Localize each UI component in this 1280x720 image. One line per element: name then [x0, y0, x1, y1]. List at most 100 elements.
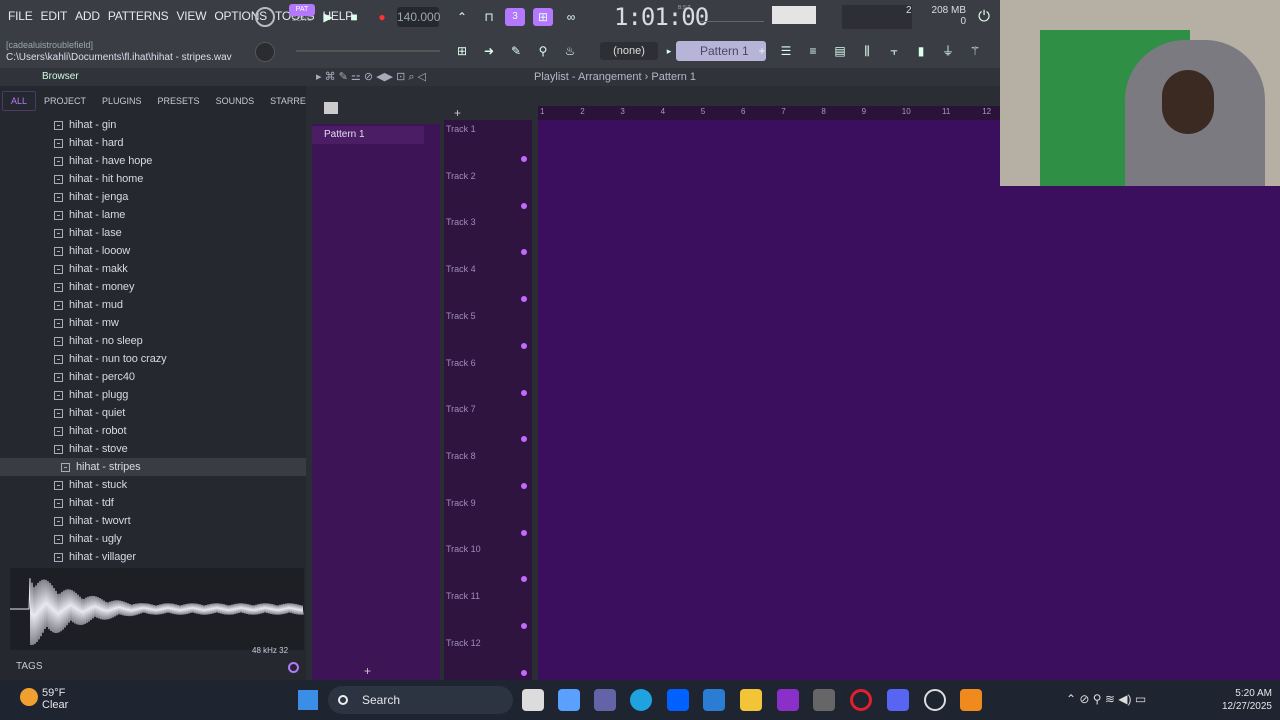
- opera-icon[interactable]: [850, 689, 872, 711]
- menu-view[interactable]: VIEW: [172, 9, 210, 23]
- add-track-icon[interactable]: +: [454, 106, 461, 120]
- browser-item[interactable]: hihat - makk: [0, 260, 306, 278]
- browser-item[interactable]: hihat - hit home: [0, 170, 306, 188]
- browser-item[interactable]: hihat - looow: [0, 242, 306, 260]
- track-label[interactable]: Track 11: [446, 591, 480, 601]
- channel-select[interactable]: (none): [600, 42, 658, 60]
- track-label[interactable]: Track 5: [446, 311, 476, 321]
- track-label[interactable]: Track 9: [446, 498, 476, 508]
- edge-icon[interactable]: [630, 689, 652, 711]
- breadcrumb-pattern[interactable]: Pattern 1: [651, 71, 696, 83]
- loop-record-icon[interactable]: ∞: [561, 8, 581, 26]
- track-mute-dot[interactable]: [521, 342, 527, 349]
- waveform-preview[interactable]: [10, 568, 304, 650]
- browser-item[interactable]: hihat - robot: [0, 422, 306, 440]
- tab-all[interactable]: ALL: [2, 91, 37, 111]
- fl-studio-icon[interactable]: [960, 689, 982, 711]
- wizard-icon[interactable]: ⚚: [965, 42, 985, 60]
- browser-item[interactable]: hihat - stuck: [0, 476, 306, 494]
- file-icon[interactable]: ▮: [911, 42, 931, 60]
- stop-button[interactable]: ■: [344, 8, 364, 26]
- browser-item[interactable]: hihat - perc40: [0, 368, 306, 386]
- mail-icon[interactable]: [703, 689, 725, 711]
- channel-rack-icon[interactable]: ≡: [803, 42, 823, 60]
- brush-icon[interactable]: ✎: [506, 42, 526, 60]
- browser-item[interactable]: hihat - lase: [0, 224, 306, 242]
- browser-item[interactable]: hihat - hard: [0, 134, 306, 152]
- plug-icon[interactable]: ⏚: [938, 42, 958, 60]
- taskview-icon[interactable]: [522, 689, 544, 711]
- track-label[interactable]: Track 7: [446, 404, 476, 414]
- browser-item[interactable]: hihat - gin: [0, 116, 306, 134]
- track-mute-dot[interactable]: [521, 529, 527, 536]
- track-mute-dot[interactable]: [521, 156, 527, 162]
- track-mute-dot[interactable]: [521, 482, 527, 489]
- blend-icon[interactable]: ⊞: [533, 8, 553, 26]
- arrangement-grid-right[interactable]: [1000, 186, 1280, 680]
- copilot-icon[interactable]: [558, 689, 580, 711]
- power-icon[interactable]: ⏻: [974, 8, 994, 26]
- menu-add[interactable]: ADD: [71, 9, 104, 23]
- browser-item[interactable]: hihat - stripes: [0, 458, 306, 476]
- windows-start-icon[interactable]: [298, 690, 318, 710]
- pattern-panel-add[interactable]: +: [364, 664, 371, 678]
- search-box[interactable]: Search: [328, 686, 513, 714]
- position-slider[interactable]: [296, 50, 440, 52]
- browser-item[interactable]: hihat - money: [0, 278, 306, 296]
- arrangement-grid[interactable]: [538, 120, 1000, 680]
- browser-item[interactable]: hihat - no sleep: [0, 332, 306, 350]
- menu-edit[interactable]: EDIT: [37, 9, 72, 23]
- track-label[interactable]: Track 6: [446, 358, 476, 368]
- explorer-icon[interactable]: [740, 689, 762, 711]
- stamp-icon[interactable]: ♨: [560, 42, 580, 60]
- pat-song-toggle[interactable]: PAT SONG: [289, 4, 315, 30]
- timeline-ruler[interactable]: 1 2 3 4 5 6 7 8 9 10 11 12: [538, 106, 1000, 120]
- hierarchy-icon[interactable]: ⫟: [884, 42, 904, 60]
- pattern-item[interactable]: Pattern 1: [312, 126, 424, 144]
- mixer-icon[interactable]: ⫼: [857, 42, 877, 60]
- tab-plugins[interactable]: PLUGINS: [94, 92, 150, 110]
- browser-item[interactable]: hihat - jenga: [0, 188, 306, 206]
- tray-icons[interactable]: ⌃ ⊘ ⚲ ≋ ◀) ▭: [1066, 692, 1146, 706]
- browser-item[interactable]: hihat - lame: [0, 206, 306, 224]
- track-mute-dot[interactable]: [521, 389, 527, 396]
- playlist-icon[interactable]: ☰: [776, 42, 796, 60]
- piano-icon[interactable]: [324, 102, 338, 114]
- weather-widget[interactable]: 59°F Clear: [42, 687, 68, 711]
- metronome-icon[interactable]: ⌃: [452, 8, 472, 26]
- search-icon[interactable]: [288, 662, 299, 673]
- track-mute-dot[interactable]: [521, 436, 527, 443]
- discord-icon[interactable]: [887, 689, 909, 711]
- clock[interactable]: 5:20 AM 12/27/2025: [1200, 687, 1272, 713]
- add-pattern-icon[interactable]: +: [752, 42, 772, 60]
- track-mute-dot[interactable]: [521, 202, 527, 209]
- tab-sounds[interactable]: SOUNDS: [208, 92, 263, 110]
- track-mute-dot[interactable]: [521, 296, 527, 303]
- browser-item[interactable]: hihat - quiet: [0, 404, 306, 422]
- browser-item[interactable]: hihat - mud: [0, 296, 306, 314]
- track-label[interactable]: Track 12: [446, 638, 481, 648]
- track-label[interactable]: Track 8: [446, 451, 476, 461]
- play-button[interactable]: ▶: [318, 8, 338, 26]
- browser-item[interactable]: hihat - have hope: [0, 152, 306, 170]
- clapper-icon[interactable]: [777, 689, 799, 711]
- track-label[interactable]: Track 3: [446, 217, 476, 227]
- menu-patterns[interactable]: PATTERNS: [104, 9, 173, 23]
- track-label[interactable]: Track 4: [446, 264, 476, 274]
- dropbox-icon[interactable]: [667, 689, 689, 711]
- countdown-icon[interactable]: 3: [505, 8, 525, 26]
- browser-item[interactable]: hihat - ugly: [0, 530, 306, 548]
- track-mute-dot[interactable]: [521, 669, 527, 676]
- menu-file[interactable]: FILE: [4, 9, 37, 23]
- track-mute-dot[interactable]: [521, 623, 527, 629]
- tempo-display[interactable]: 140.000: [397, 7, 440, 27]
- steam-icon[interactable]: [924, 689, 946, 711]
- record-button[interactable]: ●: [372, 8, 392, 26]
- teams-icon[interactable]: [594, 689, 616, 711]
- track-mute-dot[interactable]: [521, 249, 527, 256]
- track-label[interactable]: Track 1: [446, 124, 476, 134]
- browser-item[interactable]: hihat - mw: [0, 314, 306, 332]
- piano-icon[interactable]: ⊞: [452, 42, 472, 60]
- piano-roll-icon[interactable]: ▤: [830, 42, 850, 60]
- browser-item[interactable]: hihat - twovrt: [0, 512, 306, 530]
